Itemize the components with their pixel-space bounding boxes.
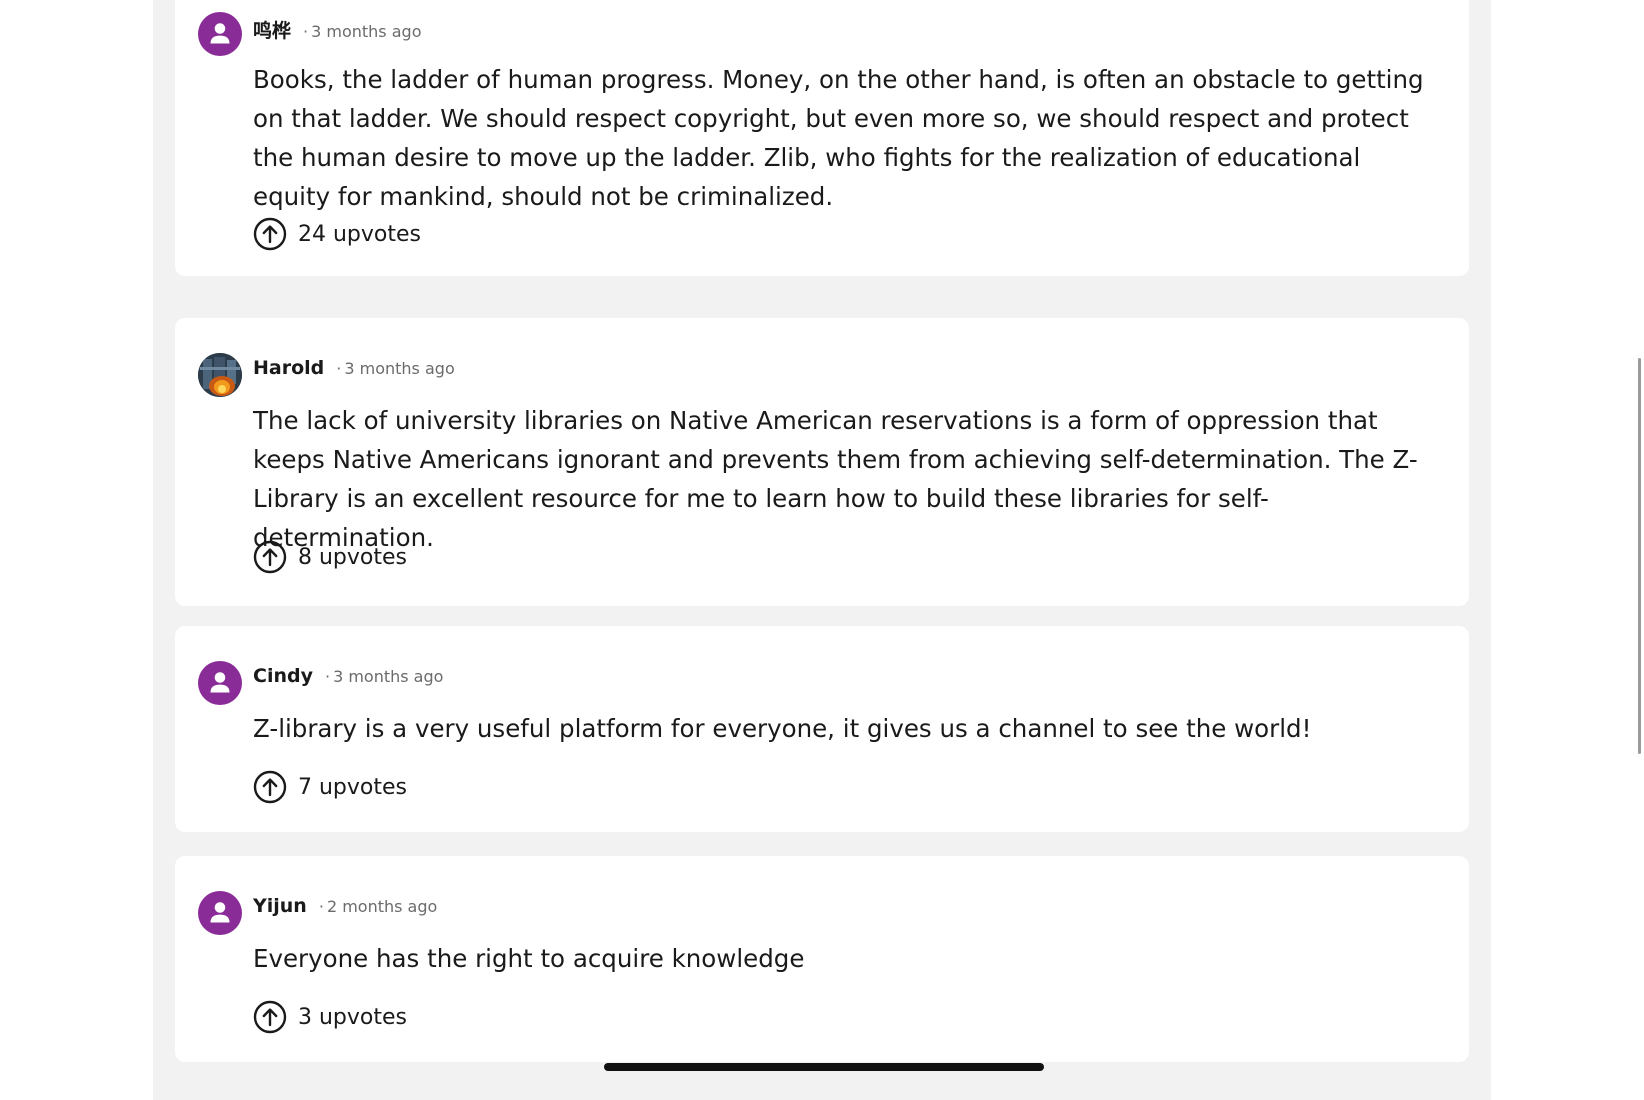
upvote-count: 8 upvotes bbox=[298, 544, 408, 570]
user-photo-avatar[interactable] bbox=[198, 353, 242, 397]
comment-text: Books, the ladder of human progress. Mon… bbox=[253, 65, 1424, 211]
upvote-count: 3 upvotes bbox=[298, 1004, 408, 1030]
upvote-count: 24 upvotes bbox=[298, 221, 421, 247]
person-icon[interactable] bbox=[198, 891, 242, 935]
comment-text: Everyone has the right to acquire knowle… bbox=[253, 944, 805, 973]
upvote-arrow-icon bbox=[253, 217, 287, 251]
comment-author[interactable]: 鸣桦 bbox=[253, 16, 291, 43]
upvote-button[interactable]: 8 upvotes bbox=[253, 540, 407, 574]
comment-card: Harold · 3 months ago The lack of univer… bbox=[175, 318, 1469, 606]
comment-time: 3 months ago bbox=[333, 667, 444, 686]
comment-text: The lack of university libraries on Nati… bbox=[253, 406, 1418, 552]
upvote-arrow-icon bbox=[253, 1000, 287, 1034]
meta-separator: · bbox=[324, 667, 331, 686]
meta-separator: · bbox=[318, 897, 324, 916]
upvote-arrow-icon bbox=[253, 540, 287, 574]
upvote-arrow-icon bbox=[253, 770, 287, 804]
person-icon[interactable] bbox=[198, 12, 242, 56]
comment-card: Cindy · 3 months ago Z-library is a very… bbox=[175, 626, 1469, 832]
comment-author[interactable]: Yijun bbox=[253, 895, 307, 917]
home-indicator[interactable] bbox=[604, 1063, 1044, 1071]
comment-time: 2 months ago bbox=[326, 897, 438, 916]
upvote-count: 7 upvotes bbox=[298, 774, 408, 800]
upvote-button[interactable]: 7 upvotes bbox=[253, 770, 407, 804]
comment-card: 鸣桦 · 3 months ago Books, the ladder of h… bbox=[175, 0, 1469, 276]
vertical-scrollbar[interactable] bbox=[1638, 358, 1641, 754]
meta-separator: · bbox=[336, 359, 342, 378]
comment-author[interactable]: Cindy bbox=[253, 665, 313, 687]
upvote-button[interactable]: 3 upvotes bbox=[253, 1000, 407, 1034]
meta-separator: · bbox=[303, 22, 309, 41]
upvote-button[interactable]: 24 upvotes bbox=[253, 217, 421, 251]
comment-text: Z-library is a very useful platform for … bbox=[253, 714, 1312, 743]
comments-feed: 鸣桦 · 3 months ago Books, the ladder of h… bbox=[153, 0, 1491, 1100]
person-icon[interactable] bbox=[198, 661, 242, 705]
comment-card: Yijun · 2 months ago Everyone has the ri… bbox=[175, 856, 1469, 1062]
comment-author[interactable]: Harold bbox=[253, 357, 324, 379]
comment-time: 3 months ago bbox=[311, 22, 422, 41]
comment-time: 3 months ago bbox=[344, 359, 455, 378]
